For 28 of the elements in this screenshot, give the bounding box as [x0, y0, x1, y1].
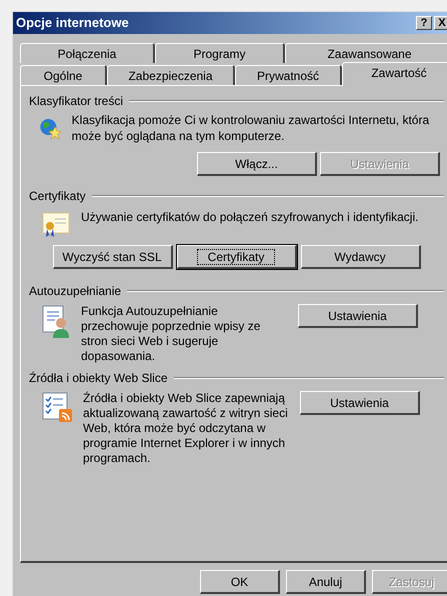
document-person-icon: [41, 304, 71, 338]
description: Źródła i obiekty Web Slice zapewniają aktualizowaną zawartość z witryn sieci Web, która może być odczytana w programie Internet Explorer i w innych programach.: [83, 391, 288, 466]
description: Klasyfikacja pomoże Ci w kontrolowaniu zawartości Internetu, która może być oglądana na tym komputerze.: [72, 112, 430, 145]
dialog-button[interactable]: Ustawienia: [298, 304, 418, 328]
tab[interactable]: Zabezpieczenia: [107, 65, 235, 85]
group-heading: Certyfikaty: [29, 188, 86, 205]
window-title: Opcje internetowe: [16, 14, 130, 32]
tab[interactable]: Prywatność: [235, 65, 342, 85]
tab[interactable]: Programy: [155, 43, 285, 63]
tab[interactable]: Zawartość: [342, 62, 447, 86]
group-heading: Autouzupełnianie: [29, 283, 122, 300]
description: Funkcja Autouzupełnianie przechowuje poprzednie wpisy ze stron sieci Web i sugeruje dopasowania.: [81, 304, 262, 364]
dialog-button[interactable]: Wydawcy: [300, 245, 420, 269]
group-heading: Klasyfikator treści: [29, 93, 124, 110]
tab[interactable]: Połączenia: [20, 43, 155, 63]
dialog-button[interactable]: Wyczyść stan SSL: [52, 245, 172, 269]
description: Używanie certyfikatów do połączeń szyfrowanych i identyfikacji.: [81, 209, 418, 225]
dialog-button[interactable]: OK: [200, 570, 280, 594]
dialog-button[interactable]: Włącz...: [197, 152, 317, 176]
close-button[interactable]: X: [434, 16, 447, 30]
dialog-button[interactable]: Anuluj: [286, 570, 366, 594]
tab[interactable]: Zaawansowane: [285, 43, 447, 63]
help-button[interactable]: ?: [416, 16, 432, 30]
group-heading: Źródła i obiekty Web Slice: [29, 370, 168, 387]
dialog-button[interactable]: Ustawienia: [300, 391, 420, 415]
tab[interactable]: Ogólne: [20, 65, 107, 85]
dialog-button[interactable]: Certyfikaty: [176, 245, 296, 269]
checklist-feed-icon: [41, 391, 73, 423]
